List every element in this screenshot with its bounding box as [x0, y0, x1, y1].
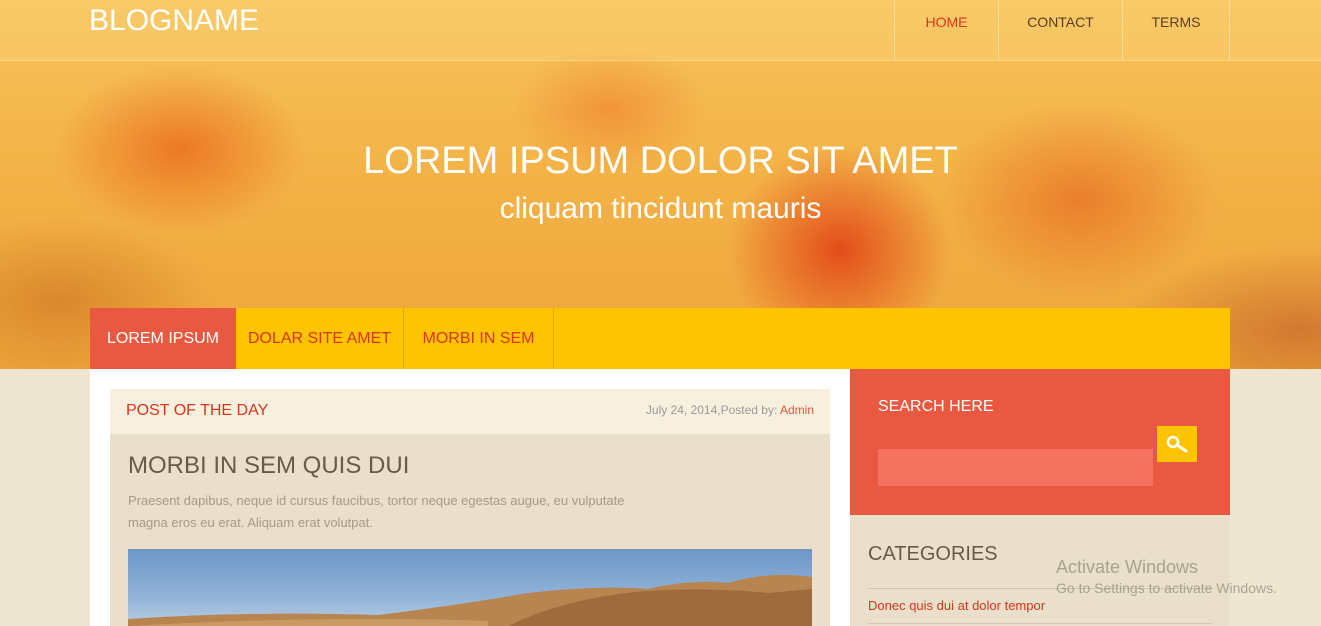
posted-by-label: Posted by:: [720, 403, 780, 417]
search-input[interactable]: [878, 449, 1153, 486]
hero-title: LOREM IPSUM DOLOR SIT AMET: [363, 140, 958, 182]
post-date: July 24, 2014,: [645, 403, 721, 417]
divider: [868, 623, 1212, 624]
windows-activation-watermark: Activate Windows Go to Settings to activ…: [1056, 557, 1277, 596]
post-section-label: POST OF THE DAY: [126, 402, 269, 419]
nav-terms-link[interactable]: TERMS: [1122, 0, 1230, 61]
desert-dunes-image: [128, 575, 812, 626]
site-logo[interactable]: BLOGNAME: [89, 4, 259, 38]
post-title[interactable]: MORBI IN SEM QUIS DUI: [128, 452, 409, 480]
main-content: POST OF THE DAY July 24, 2014,Posted by:…: [90, 369, 850, 626]
category-link[interactable]: Donec quis dui at dolor tempor: [868, 598, 1045, 613]
search-title: SEARCH HERE: [878, 398, 994, 415]
post-excerpt-line: Praesent dapibus, neque id cursus faucib…: [128, 493, 625, 508]
search-icon: [1166, 435, 1188, 453]
post-excerpt-line: magna eros eu erat. Aliquam erat volutpa…: [128, 515, 373, 530]
watermark-subtitle: Go to Settings to activate Windows.: [1056, 580, 1277, 596]
search-widget: SEARCH HERE: [850, 369, 1230, 515]
post-meta: July 24, 2014,Posted by: Admin: [646, 403, 814, 417]
main-nav: HOME CONTACT TERMS: [894, 0, 1230, 61]
post-image[interactable]: [128, 549, 812, 626]
post-card: POST OF THE DAY July 24, 2014,Posted by:…: [110, 389, 830, 626]
category-tabs: LOREM IPSUM DOLAR SITE AMET MORBI IN SEM: [90, 308, 1230, 369]
top-bar: BLOGNAME HOME CONTACT TERMS: [0, 0, 1321, 61]
search-button[interactable]: [1157, 426, 1197, 462]
tab-morbi-in-sem[interactable]: MORBI IN SEM: [404, 308, 554, 369]
watermark-title: Activate Windows: [1056, 557, 1199, 577]
tab-lorem-ipsum[interactable]: LOREM IPSUM: [90, 308, 236, 369]
post-header: POST OF THE DAY July 24, 2014,Posted by:…: [110, 389, 830, 434]
nav-contact-link[interactable]: CONTACT: [998, 0, 1122, 61]
tab-dolar-site-amet[interactable]: DOLAR SITE AMET: [236, 308, 404, 369]
categories-title: CATEGORIES: [868, 543, 998, 565]
nav-home-link[interactable]: HOME: [894, 0, 998, 61]
hero-subtitle: cliquam tincidunt mauris: [499, 192, 822, 225]
post-author-link[interactable]: Admin: [780, 403, 814, 417]
post-excerpt: Praesent dapibus, neque id cursus faucib…: [128, 490, 688, 534]
